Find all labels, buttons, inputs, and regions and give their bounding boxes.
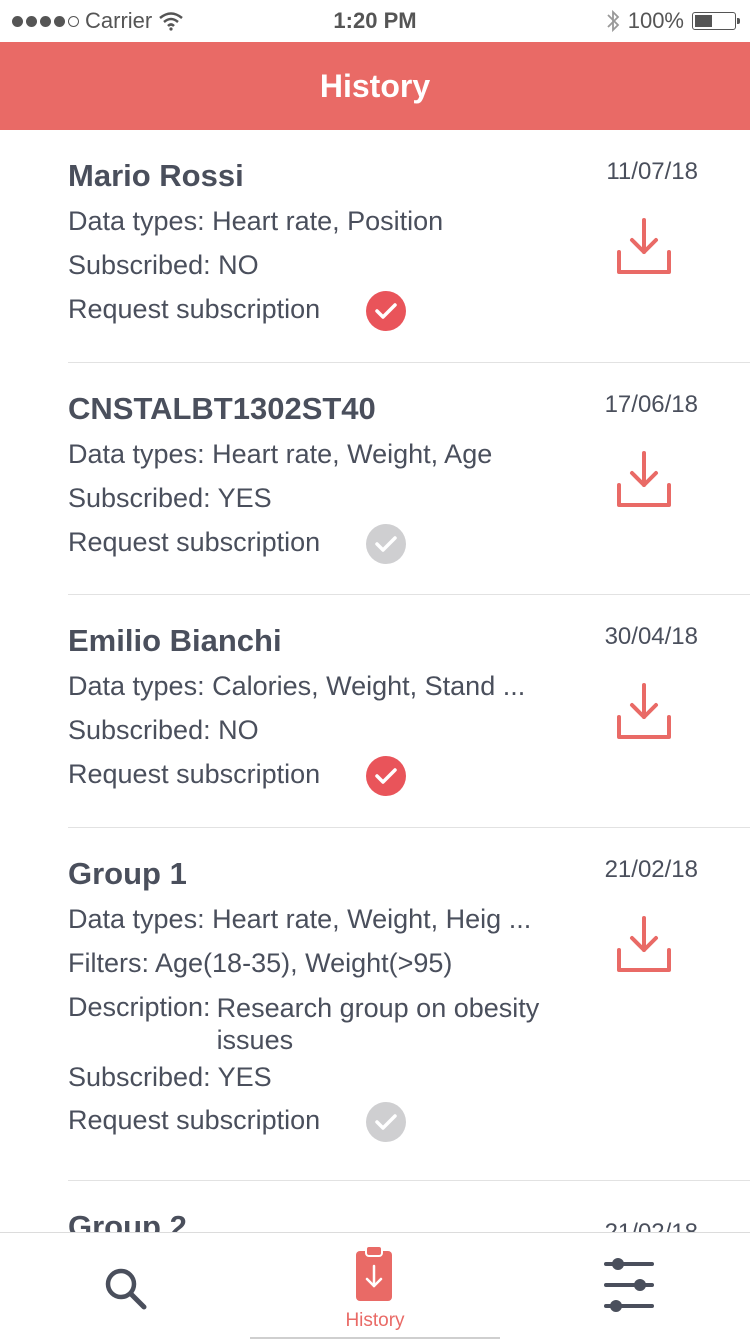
tab-label: History <box>345 1310 405 1331</box>
item-request-label: Request subscription <box>68 1105 321 1135</box>
tab-search[interactable] <box>0 1233 250 1339</box>
item-name: Mario Rossi <box>68 158 244 193</box>
item-data-types: Data types: Heart rate, Weight, Heig ... <box>68 904 532 934</box>
tab-settings[interactable] <box>500 1233 750 1339</box>
item-filters: Filters: Age(18-35), Weight(>95) <box>68 948 453 978</box>
sliders-icon <box>604 1258 654 1312</box>
item-request-label: Request subscription <box>68 527 321 557</box>
item-date: 17/06/18 <box>604 391 698 418</box>
download-icon[interactable] <box>616 449 672 509</box>
tab-bar: History <box>0 1232 750 1339</box>
item-name: CNSTALBT1302ST40 <box>68 391 376 426</box>
item-date: 21/02/18 <box>604 856 698 883</box>
search-icon <box>105 1268 147 1310</box>
item-data-types: Data types: Heart rate, Position <box>68 206 444 236</box>
nav-header: History <box>0 42 750 130</box>
download-icon[interactable] <box>616 681 672 741</box>
item-date: 21/02/18 <box>605 1219 698 1232</box>
bluetooth-icon <box>607 9 619 33</box>
item-subscribed: Subscribed: YES <box>68 1062 272 1092</box>
list-item[interactable]: CNSTALBT1302ST40 17/06/18 Data types: He… <box>68 363 750 595</box>
tab-history[interactable]: History <box>250 1233 500 1339</box>
item-request-label: Request subscription <box>68 759 321 789</box>
item-date: 11/07/18 <box>606 158 698 185</box>
item-request-label: Request subscription <box>68 294 321 324</box>
battery-icon <box>692 12 740 30</box>
request-check-icon[interactable] <box>366 524 406 564</box>
battery-percent: 100% <box>627 8 684 33</box>
item-subscribed: Subscribed: NO <box>68 715 259 745</box>
request-check-icon[interactable] <box>366 1102 406 1142</box>
clipboard-download-icon <box>356 1245 392 1301</box>
item-name: Group 1 <box>68 856 187 891</box>
item-subscribed: Subscribed: YES <box>68 483 272 513</box>
list-item[interactable]: Group 2 21/02/18 <box>68 1181 750 1232</box>
item-data-types: Data types: Heart rate, Weight, Age <box>68 439 493 469</box>
item-data-types: Data types: Calories, Weight, Stand ... <box>68 671 526 701</box>
request-check-icon[interactable] <box>366 756 406 796</box>
item-date: 30/04/18 <box>604 623 698 650</box>
status-bar: Carrier 1:20 PM 100% <box>0 0 750 42</box>
download-icon[interactable] <box>616 216 672 276</box>
list-item[interactable]: Emilio Bianchi 30/04/18 Data types: Calo… <box>68 595 750 828</box>
description-value: Research group on obesity issues <box>216 993 540 1055</box>
item-name: Emilio Bianchi <box>68 623 282 658</box>
item-name: Group 2 <box>68 1209 187 1232</box>
item-subscribed: Subscribed: NO <box>68 250 259 280</box>
item-description: Description: Research group on obesity is… <box>68 992 567 1056</box>
description-label: Description: <box>68 992 211 1022</box>
list-item[interactable]: Mario Rossi 11/07/18 Data types: Heart r… <box>68 130 750 363</box>
download-icon[interactable] <box>616 914 672 974</box>
history-list[interactable]: Mario Rossi 11/07/18 Data types: Heart r… <box>0 130 750 1232</box>
list-item[interactable]: Group 1 21/02/18 Data types: Heart rate,… <box>68 828 750 1181</box>
request-check-icon[interactable] <box>366 291 406 331</box>
battery-area: 100% <box>606 8 740 34</box>
page-title: History <box>319 67 431 104</box>
